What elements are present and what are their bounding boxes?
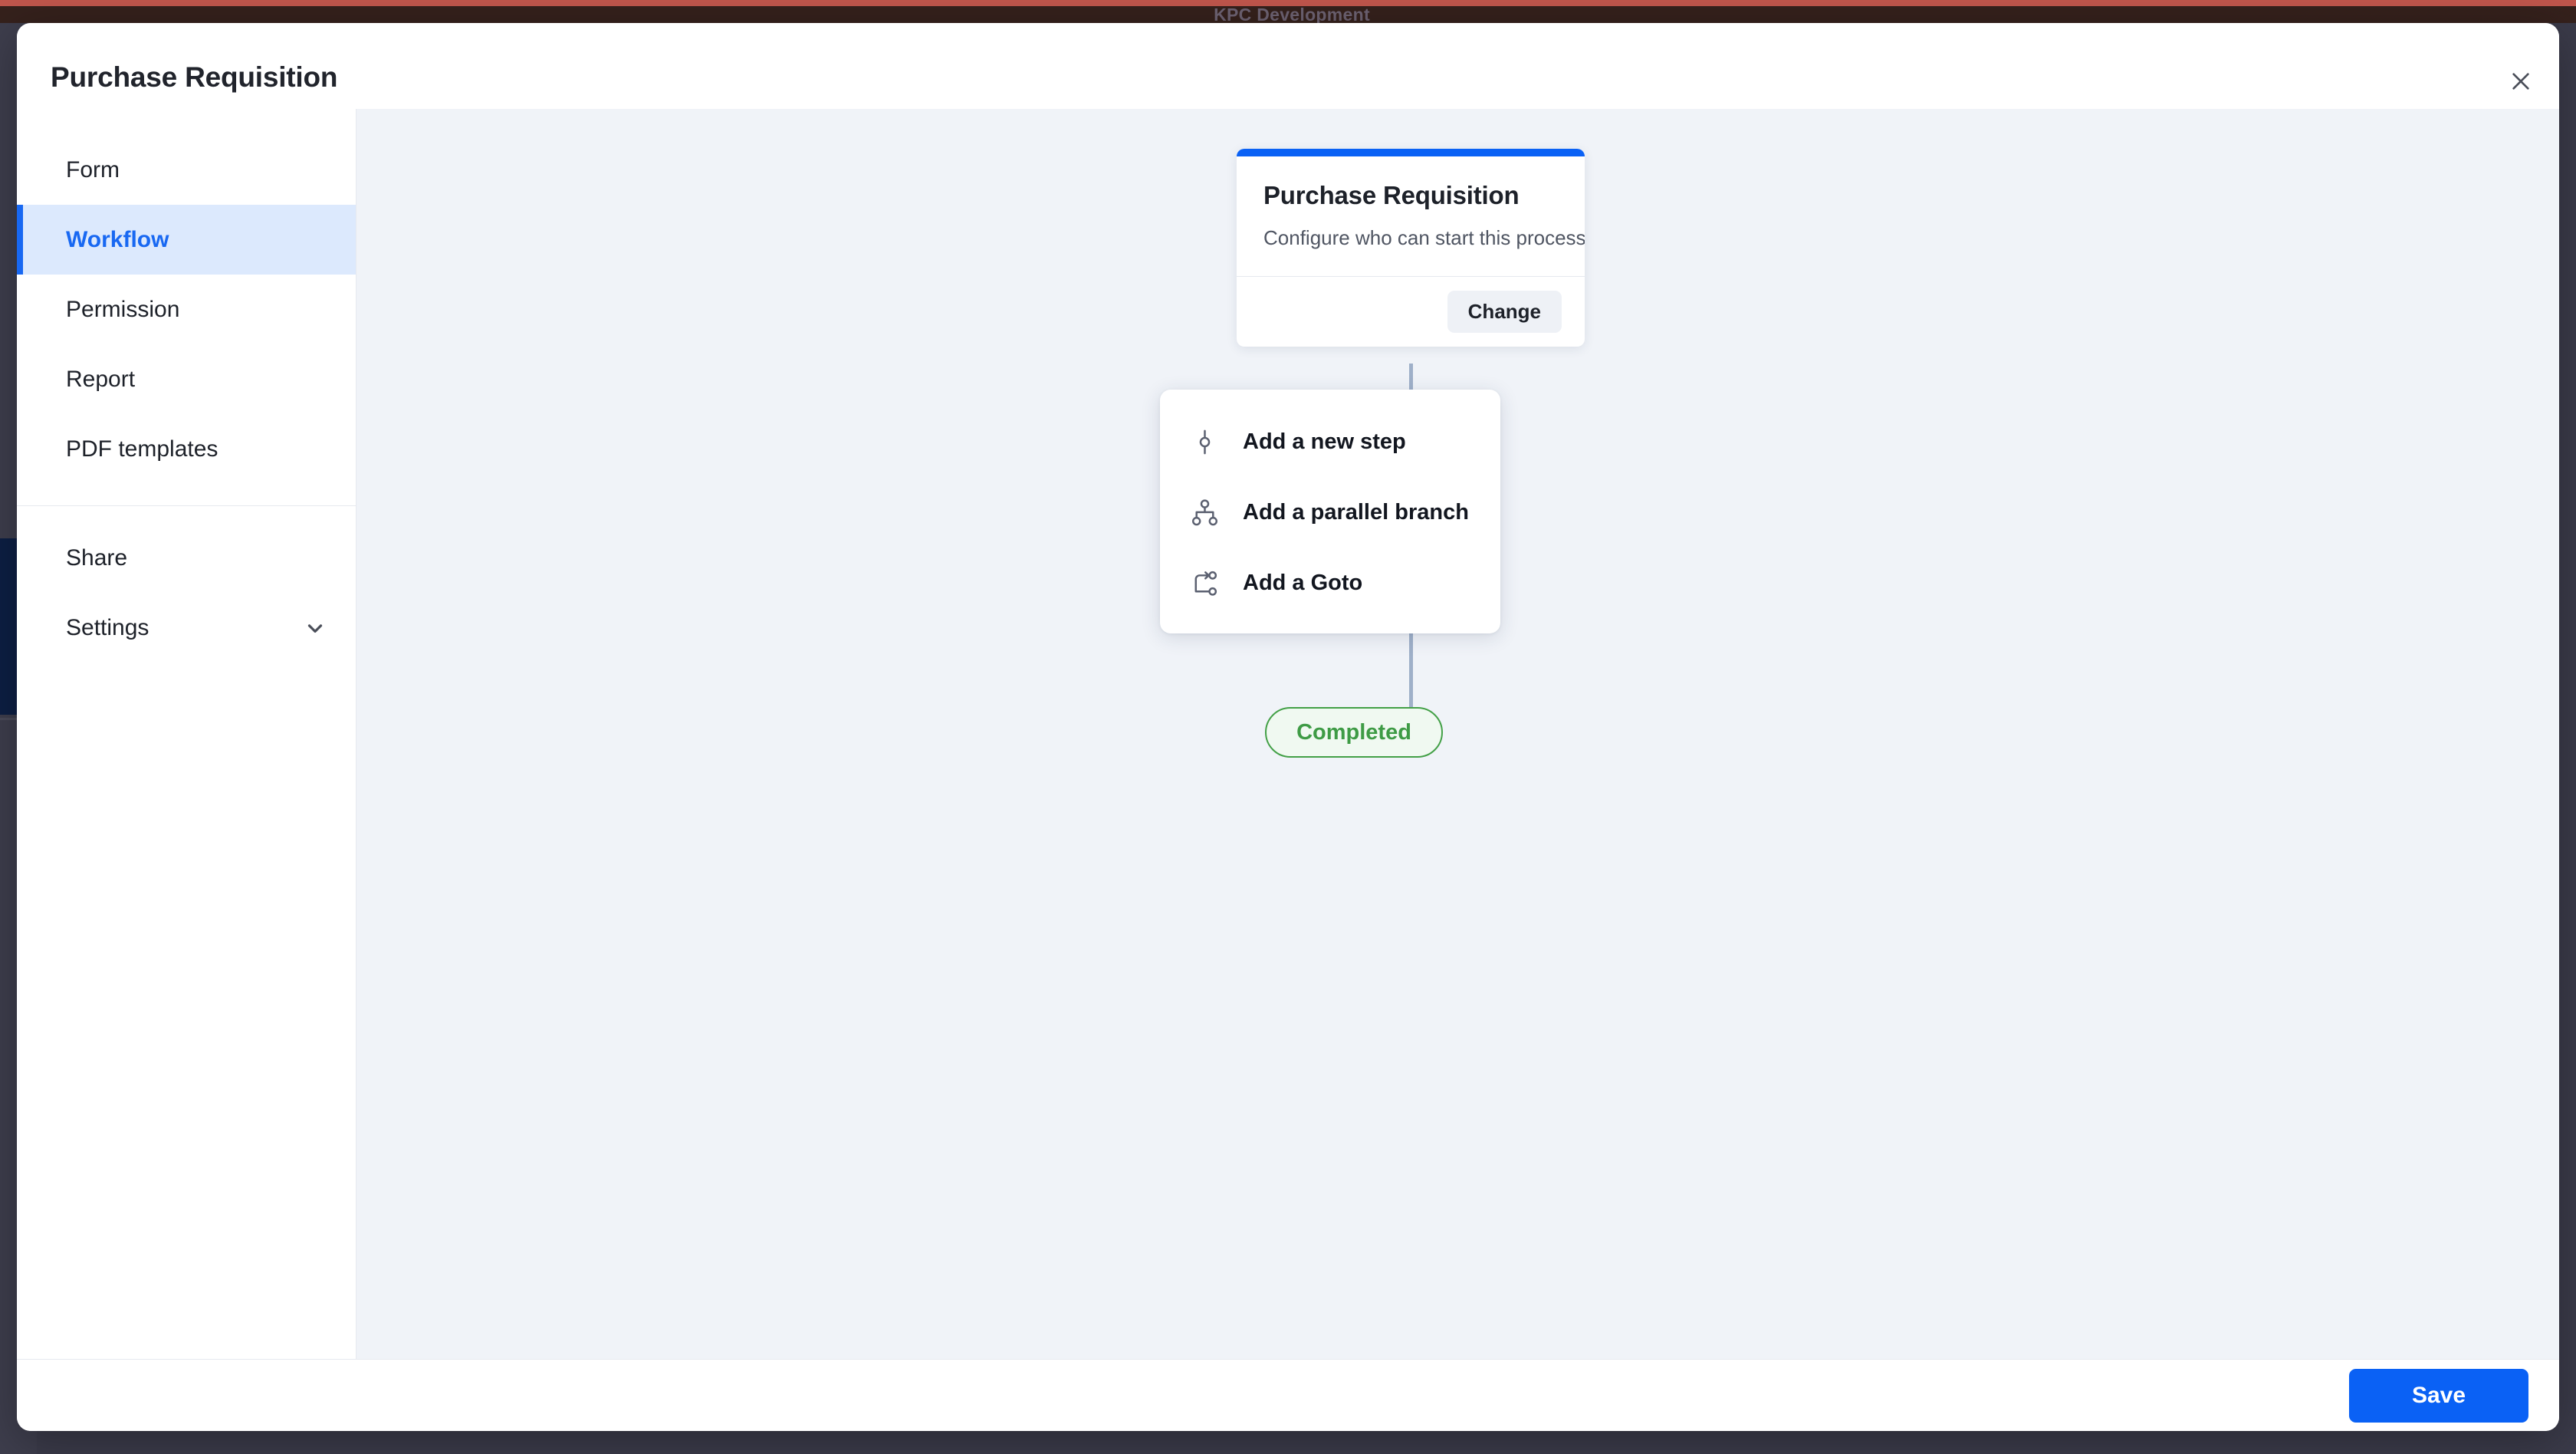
purchase-requisition-modal: Purchase Requisition Form Workflow Permi…: [17, 23, 2559, 1431]
sidebar-divider: [17, 505, 356, 506]
sidebar-item-label: Report: [66, 366, 136, 392]
save-button[interactable]: Save: [2349, 1368, 2528, 1423]
menu-item-add-new-step[interactable]: Add a new step: [1160, 406, 1500, 477]
start-node-accent-bar: [1237, 149, 1585, 156]
menu-item-add-goto[interactable]: Add a Goto: [1160, 548, 1500, 618]
sidebar-item-form[interactable]: Form: [17, 135, 356, 205]
end-node-completed[interactable]: Completed: [1265, 707, 1443, 758]
sidebar-item-label: Settings: [66, 614, 150, 640]
sidebar-item-permission[interactable]: Permission: [17, 275, 356, 344]
chevron-down-icon: [307, 623, 323, 633]
menu-item-label: Add a new step: [1243, 429, 1406, 454]
goto-icon: [1194, 571, 1217, 596]
modal-sidebar: Form Workflow Permission Report PDF temp…: [17, 109, 356, 1359]
sidebar-item-pdf-templates[interactable]: PDF templates: [17, 414, 356, 484]
modal-body: Form Workflow Permission Report PDF temp…: [17, 109, 2559, 1359]
sidebar-item-report[interactable]: Report: [17, 344, 356, 414]
environment-banner-label: KPC Development: [1214, 5, 1370, 25]
menu-item-add-parallel-branch[interactable]: Add a parallel branch: [1160, 477, 1500, 548]
close-button[interactable]: [2499, 60, 2542, 103]
start-node-content: Purchase Requisition Configure who can s…: [1237, 156, 1585, 276]
menu-item-label: Add a Goto: [1243, 570, 1363, 595]
start-node-footer: Change: [1237, 276, 1585, 347]
start-node-title: Purchase Requisition: [1263, 181, 1520, 209]
sidebar-item-label: PDF templates: [66, 436, 219, 462]
menu-item-label: Add a parallel branch: [1243, 499, 1469, 525]
background-rail-active-item: [0, 538, 17, 715]
modal-footer: Save: [17, 1359, 2559, 1431]
node-step-icon: [1199, 429, 1211, 454]
sidebar-item-share[interactable]: Share: [17, 523, 356, 593]
sidebar-item-settings[interactable]: Settings: [17, 593, 356, 663]
page-title: Purchase Requisition: [51, 61, 338, 93]
modal-header: Purchase Requisition: [17, 23, 2559, 109]
add-action-menu: Add a new step Add a parallel branch Add…: [1160, 390, 1500, 633]
change-button[interactable]: Change: [1447, 291, 1562, 333]
sidebar-item-workflow[interactable]: Workflow: [17, 205, 356, 275]
sidebar-item-label: Workflow: [66, 226, 169, 252]
sidebar-item-label: Share: [66, 544, 128, 571]
sidebar-item-label: Form: [66, 156, 120, 183]
workflow-canvas: Purchase Requisition Configure who can s…: [356, 109, 2559, 1359]
connector-line-bottom: [1409, 625, 1413, 709]
close-icon: [2512, 73, 2529, 90]
sidebar-item-label: Permission: [66, 296, 180, 322]
start-node-description: Configure who can start this process: [1263, 226, 1585, 249]
start-node-card[interactable]: Purchase Requisition Configure who can s…: [1237, 149, 1585, 347]
parallel-branch-icon: [1192, 498, 1217, 525]
